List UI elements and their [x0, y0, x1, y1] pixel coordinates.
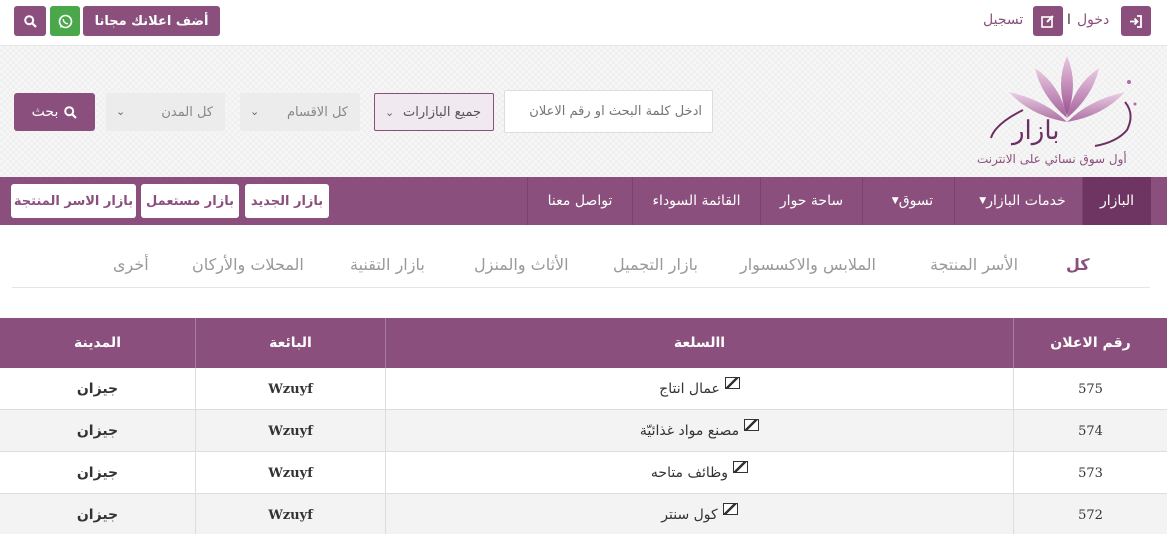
- nav-item-services[interactable]: ▼ خدمات البازار: [954, 177, 1082, 225]
- separator: ا: [1067, 12, 1071, 28]
- sign-in-icon: [1130, 14, 1142, 28]
- whatsapp-icon: [58, 14, 72, 28]
- nav-item-label: تسوق: [898, 193, 934, 209]
- logo-tagline: أول سوق نسائي على الانترنت: [977, 152, 1127, 166]
- nav-item-label: القائمة السوداء: [652, 193, 741, 209]
- cities-select-value: كل المدن: [161, 104, 213, 120]
- table-row[interactable]: 573 وظائف متاحه Wzuyf جيزان: [0, 452, 1167, 494]
- city-cell: جيزان: [76, 465, 119, 481]
- seller-cell[interactable]: Wzuyf: [195, 410, 385, 452]
- column-header-seller[interactable]: البائعة: [195, 318, 385, 368]
- item-cell[interactable]: وظائف متاحه: [385, 452, 1013, 494]
- whatsapp-button[interactable]: [50, 6, 80, 36]
- city-cell: جيزان: [76, 507, 119, 523]
- table-row[interactable]: 572 كول سنتر Wzuyf جيزان: [0, 494, 1167, 534]
- main-nav: البازار ▼ خدمات البازار ▼ تسوق ساحة حوار…: [0, 177, 1167, 225]
- image-icon: [733, 461, 749, 473]
- search-toggle-button[interactable]: [14, 6, 46, 36]
- bazaar-select-value: جميع البازارات: [403, 104, 481, 120]
- login-link[interactable]: دخول: [1077, 12, 1109, 28]
- item-cell[interactable]: مصنع مواد غذائيّة: [385, 410, 1013, 452]
- item-link[interactable]: عمال انتاج: [659, 381, 720, 397]
- search-icon: [23, 14, 37, 28]
- header: بازار أول سوق نسائي على الانترنت جميع ال…: [0, 46, 1167, 177]
- tab-all[interactable]: كل: [1066, 255, 1090, 274]
- column-header-item[interactable]: االسلعة: [385, 318, 1013, 368]
- login-button[interactable]: [1121, 6, 1151, 36]
- register-link[interactable]: تسجيل: [983, 12, 1023, 28]
- edit-icon: [1041, 14, 1054, 28]
- table-row[interactable]: 575 عمال انتاج Wzuyf جيزان: [0, 368, 1167, 410]
- categories-select-value: كل الاقسام: [286, 104, 348, 120]
- nav-item-forum[interactable]: ساحة حوار: [760, 177, 862, 225]
- chevron-down-icon: ⌄: [385, 106, 395, 119]
- search-input[interactable]: [504, 90, 713, 133]
- column-header-city[interactable]: المدينة: [0, 318, 195, 368]
- item-link[interactable]: وظائف متاحه: [651, 465, 728, 481]
- ad-number-cell: 575: [1013, 368, 1167, 410]
- table-row[interactable]: 574 مصنع مواد غذائيّة Wzuyf جيزان: [0, 410, 1167, 452]
- ad-number-cell: 573: [1013, 452, 1167, 494]
- register-button[interactable]: [1033, 6, 1063, 36]
- add-ad-button[interactable]: أضف اعلانك مجانا: [83, 6, 220, 36]
- tab-shops-corners[interactable]: المحلات والأركان: [192, 255, 304, 274]
- category-tabs: كل الأسر المنتجة الملابس والاكسسوار بازا…: [0, 225, 1167, 309]
- nav-item-label: البازار: [1099, 193, 1135, 209]
- nav-item-shop[interactable]: ▼ تسوق: [862, 177, 954, 225]
- nav-item-blacklist[interactable]: القائمة السوداء: [632, 177, 760, 225]
- nav-item-label: تواصل معنا: [547, 193, 613, 209]
- chevron-down-icon: ⌄: [116, 105, 126, 118]
- chevron-down-icon: ⌄: [250, 105, 260, 118]
- new-bazaar-button[interactable]: بازار الجديد: [245, 184, 329, 218]
- item-link[interactable]: كول سنتر: [661, 507, 717, 523]
- tab-productive-families[interactable]: الأسر المنتجة: [930, 255, 1018, 274]
- search-button-label: بحث: [31, 104, 59, 120]
- table-header: رقم الاعلان االسلعة البائعة المدينة: [0, 318, 1167, 368]
- nav-item-bazaar[interactable]: البازار: [1082, 177, 1151, 225]
- search-button[interactable]: بحث: [14, 93, 95, 131]
- item-cell[interactable]: عمال انتاج: [385, 368, 1013, 410]
- seller-cell[interactable]: Wzuyf: [195, 494, 385, 534]
- city-cell: جيزان: [76, 381, 119, 397]
- search-icon: [64, 105, 78, 119]
- divider: [12, 287, 1150, 288]
- column-header-ad-number[interactable]: رقم الاعلان: [1013, 318, 1167, 368]
- image-icon: [722, 503, 738, 515]
- tab-furniture-home[interactable]: الأثاث والمنزل: [474, 255, 569, 274]
- cities-select[interactable]: كل المدن ⌄: [106, 93, 225, 131]
- caret-down-icon: ▼: [891, 196, 899, 206]
- nav-item-label: ساحة حوار: [779, 193, 844, 209]
- nav-item-contact[interactable]: تواصل معنا: [527, 177, 632, 225]
- item-cell[interactable]: كول سنتر: [385, 494, 1013, 534]
- ad-number-cell: 574: [1013, 410, 1167, 452]
- productive-families-button[interactable]: بازار الاسر المنتجة: [11, 184, 136, 218]
- categories-select[interactable]: كل الاقسام ⌄: [240, 93, 360, 131]
- top-bar: أضف اعلانك مجانا دخول ا تسجيل: [0, 0, 1167, 46]
- tab-other[interactable]: أخرى: [113, 255, 149, 274]
- ad-number-cell: 572: [1013, 494, 1167, 534]
- image-icon: [744, 419, 760, 431]
- logo-wordmark: بازار: [1012, 116, 1060, 146]
- tab-tech[interactable]: بازار التقنية: [350, 255, 425, 274]
- image-icon: [724, 377, 740, 389]
- tab-clothes-accessories[interactable]: الملابس والاكسسوار: [740, 255, 876, 274]
- seller-cell[interactable]: Wzuyf: [195, 452, 385, 494]
- seller-cell[interactable]: Wzuyf: [195, 368, 385, 410]
- nav-item-label: خدمات البازار: [986, 193, 1066, 209]
- city-cell: جيزان: [76, 423, 119, 439]
- used-bazaar-button[interactable]: بازار مستعمل: [141, 184, 239, 218]
- tab-beauty[interactable]: بازار التجميل: [613, 255, 698, 274]
- bazaar-select[interactable]: جميع البازارات ⌄: [374, 93, 494, 131]
- item-link[interactable]: مصنع مواد غذائيّة: [640, 423, 739, 439]
